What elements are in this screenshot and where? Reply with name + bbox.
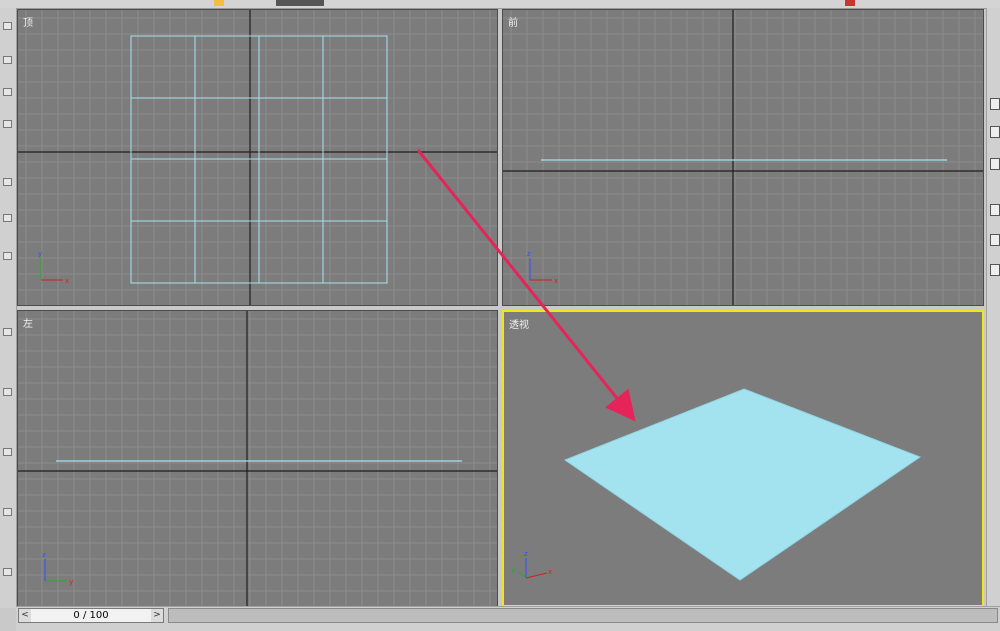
toolbar-tool[interactable] (214, 0, 224, 6)
axis-label: z (524, 550, 528, 558)
panel-button[interactable] (990, 234, 1000, 246)
axis-label: x (65, 277, 69, 285)
grid (18, 311, 497, 606)
time-total: 100 (89, 610, 109, 621)
panel-button[interactable] (990, 126, 1000, 138)
viewport-label[interactable]: 顶 (23, 14, 33, 29)
viewport-front[interactable]: z x 前 (502, 9, 984, 306)
axis-label: y (69, 578, 73, 586)
time-slider[interactable]: < 0 / 100 > (18, 608, 164, 623)
toolbar-tool[interactable] (3, 252, 12, 260)
left-toolbar (0, 8, 17, 608)
right-arrow-icon[interactable]: > (151, 609, 163, 622)
track-bar[interactable] (168, 608, 998, 623)
viewport-label[interactable]: 前 (508, 14, 518, 29)
toolbar-tool[interactable] (845, 0, 855, 6)
viewport-left[interactable]: z y 左 (17, 310, 498, 607)
plane-object[interactable] (563, 388, 922, 581)
viewport-top[interactable]: y x 顶 (17, 9, 498, 306)
viewport-perspective[interactable]: z y x 透视 (502, 310, 984, 607)
grid (18, 10, 497, 305)
viewport-label[interactable]: 透视 (509, 316, 529, 331)
toolbar-tool[interactable] (3, 178, 12, 186)
left-arrow-icon[interactable]: < (19, 609, 31, 622)
panel-button[interactable] (990, 264, 1000, 276)
toolbar-tool[interactable] (3, 448, 12, 456)
command-panel (986, 8, 1000, 608)
main-toolbar (0, 0, 1000, 9)
viewport-front-canvas[interactable]: z x (503, 10, 984, 306)
axis-label: y (38, 250, 42, 258)
time-bar: < 0 / 100 > (16, 606, 1000, 631)
axis-label: z (527, 250, 531, 258)
time-current: 0 (73, 610, 80, 621)
toolbar-tool[interactable] (3, 388, 12, 396)
axis-label: z (42, 551, 46, 559)
viewport-perspective-canvas[interactable]: z y x (504, 312, 982, 605)
grid (503, 10, 983, 305)
axis-label: x (548, 568, 552, 576)
toolbar-tool[interactable] (3, 328, 12, 336)
axis-tripod-icon: y x (38, 250, 69, 285)
toolbar-tool[interactable] (3, 568, 12, 576)
toolbar-tool[interactable] (3, 56, 12, 64)
toolbar-tool[interactable] (3, 214, 12, 222)
viewport-label[interactable]: 左 (23, 315, 33, 330)
axis-label: y (511, 566, 515, 574)
toolbar-tool[interactable] (3, 508, 12, 516)
panel-button[interactable] (990, 98, 1000, 110)
axis-tripod-icon: z y x (511, 550, 552, 579)
time-separator: / (82, 610, 87, 621)
toolbar-tool[interactable] (276, 0, 324, 6)
axis-label: x (554, 277, 558, 285)
plane-wireframe[interactable] (130, 35, 388, 284)
toolbar-tool[interactable] (3, 22, 12, 30)
viewport-top-canvas[interactable]: y x (18, 10, 498, 306)
toolbar-tool[interactable] (3, 120, 12, 128)
panel-button[interactable] (990, 158, 1000, 170)
toolbar-tool[interactable] (3, 88, 12, 96)
viewport-left-canvas[interactable]: z y (18, 311, 498, 607)
panel-button[interactable] (990, 204, 1000, 216)
